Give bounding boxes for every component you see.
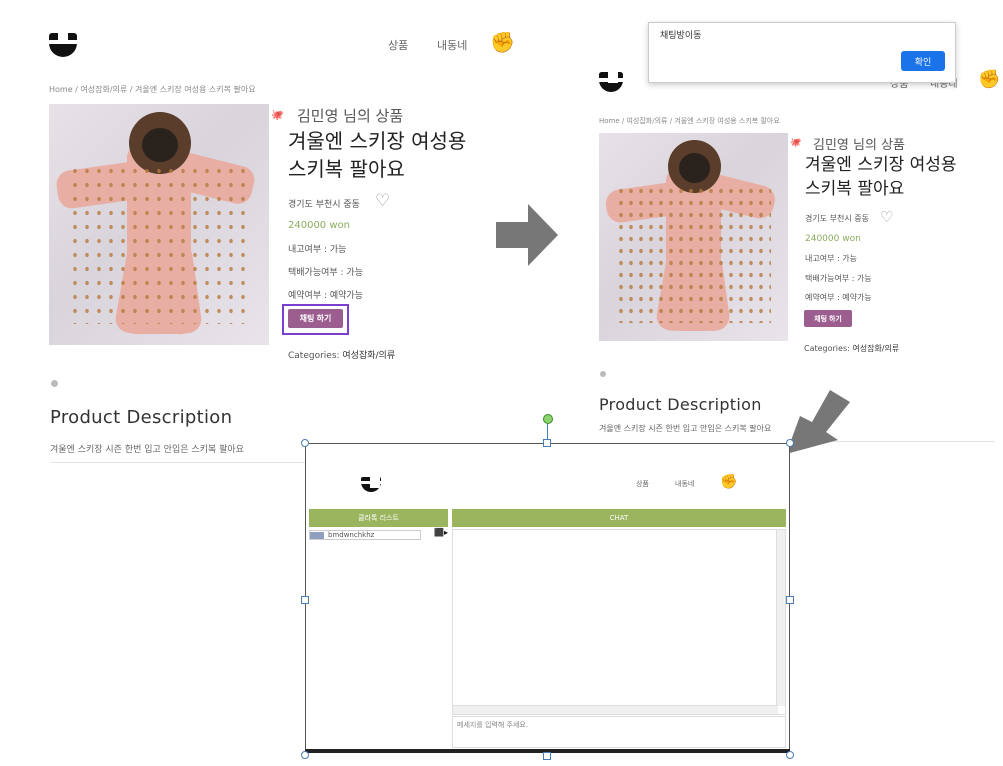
reserve-status: 예약여부 : 예약가능 <box>288 291 363 301</box>
used-status: 내고여부 : 가능 <box>805 254 857 263</box>
delivery-status: 택배가능여부 : 가능 <box>288 268 363 278</box>
product-title: 겨울엔 스키장 여성용 스키복 팔아요 <box>805 155 957 199</box>
breadcrumb-home[interactable]: Home <box>599 117 620 125</box>
fist-icon[interactable]: ✊ <box>490 30 515 54</box>
category-link[interactable]: 여성잡화/의류 <box>852 344 899 353</box>
nav-products[interactable]: 상품 <box>388 37 408 53</box>
categories: Categories: 여성잡화/의류 <box>804 344 900 353</box>
resize-handle-bm[interactable] <box>543 752 551 760</box>
heart-icon[interactable]: ♡ <box>880 208 893 226</box>
seller-avatar-icon: 🐙 <box>790 138 802 148</box>
user-avatar <box>310 531 324 539</box>
divider <box>50 462 310 463</box>
breadcrumb-home[interactable]: Home <box>49 85 73 94</box>
heart-icon[interactable]: ♡ <box>375 191 390 211</box>
message-area <box>452 529 786 715</box>
gallery-dot[interactable] <box>51 380 58 387</box>
seller-avatar-icon: 🐙 <box>271 110 284 121</box>
breadcrumb: Home / 여성잡화/의류 / 겨울엔 스키장 여성용 스키복 팔아요 <box>599 117 780 125</box>
alert-ok-button[interactable]: 확인 <box>901 51 945 71</box>
resize-handle-tl[interactable] <box>301 439 309 447</box>
fist-icon[interactable]: ✊ <box>720 474 737 490</box>
vertical-scrollbar[interactable] <box>776 530 785 706</box>
alert-message: 채팅방이동 <box>660 31 702 41</box>
logo-icon[interactable] <box>361 477 381 492</box>
user-list-item[interactable]: bmdwnchkhz <box>309 530 421 540</box>
breadcrumb-category[interactable]: 여성잡화/의류 <box>626 117 667 125</box>
horizontal-scrollbar[interactable] <box>453 705 778 714</box>
used-status: 내고여부 : 가능 <box>288 245 347 255</box>
logo-icon[interactable] <box>49 33 77 57</box>
product-location: 경기도 부천시 중동 <box>805 214 869 223</box>
product-title: 겨울엔 스키장 여성용 스키복 팔아요 <box>288 129 467 181</box>
nav-products[interactable]: 상품 <box>636 479 649 489</box>
categories: Categories: 여성잡화/의류 <box>288 351 396 361</box>
product-price: 240000 won <box>805 234 861 244</box>
description-text: 겨울엔 스키장 시즌 한번 입고 안입은 스키복 팔아요 <box>599 424 772 433</box>
reserve-status: 예약여부 : 예약가능 <box>805 293 872 302</box>
resize-handle-bl[interactable] <box>301 751 309 759</box>
seller-name: 김민영 님의 상품 <box>297 107 404 125</box>
message-input[interactable]: 메세지를 입력해 주세요. <box>452 716 786 748</box>
logo-icon[interactable] <box>599 72 623 92</box>
breadcrumb: Home / 여성잡화/의류 / 겨울엔 스키장 여성용 스키복 팔아요 <box>49 85 256 94</box>
breadcrumb-current: 겨울엔 스키장 여성용 스키복 팔아요 <box>135 85 256 94</box>
product-price: 240000 won <box>288 220 350 231</box>
nav-neighborhood[interactable]: 내동네 <box>675 479 694 489</box>
chat-button[interactable]: 채팅 하기 <box>804 310 852 327</box>
breadcrumb-current: 겨울엔 스키장 여성용 스키복 팔아요 <box>674 117 780 125</box>
breadcrumb-category[interactable]: 여성잡화/의류 <box>80 85 127 94</box>
category-link[interactable]: 여성잡화/의류 <box>342 351 395 361</box>
arrow-right-icon <box>496 204 558 266</box>
nav-neighborhood[interactable]: 내동네 <box>437 37 467 53</box>
description-text: 겨울엔 스키장 시즌 한번 입고 안입은 스키복 팔아요 <box>50 445 244 455</box>
description-title: Product Description <box>599 395 762 414</box>
rotate-handle[interactable] <box>543 414 553 424</box>
seller-name: 김민영 님의 상품 <box>813 138 905 153</box>
gallery-dot[interactable] <box>600 371 606 377</box>
exit-icon[interactable]: ⬛▸ <box>434 528 448 537</box>
chat-button[interactable]: 채팅 하기 <box>288 309 343 328</box>
delivery-status: 택배가능여부 : 가능 <box>805 274 872 283</box>
resize-handle-tr[interactable] <box>786 439 794 447</box>
alert-dialog: 채팅방이동 확인 <box>648 22 956 83</box>
product-location: 경기도 부천시 중동 <box>288 200 360 210</box>
resize-handle-br[interactable] <box>786 751 794 759</box>
chat-header: CHAT <box>452 509 786 527</box>
resize-handle-ml[interactable] <box>301 596 309 604</box>
description-title: Product Description <box>50 407 233 428</box>
resize-handle-mr[interactable] <box>786 596 794 604</box>
chat-window: 상품 내동네 ✊ 클라톡 리스트 CHAT bmdwnchkhz ⬛▸ 메세지를… <box>305 443 790 753</box>
client-list-header: 클라톡 리스트 <box>309 509 448 527</box>
resize-handle-tm[interactable] <box>543 439 551 447</box>
product-photo <box>599 133 788 341</box>
user-id: bmdwnchkhz <box>328 531 375 539</box>
product-photo <box>49 104 269 345</box>
fist-icon[interactable]: ✊ <box>978 69 1000 90</box>
